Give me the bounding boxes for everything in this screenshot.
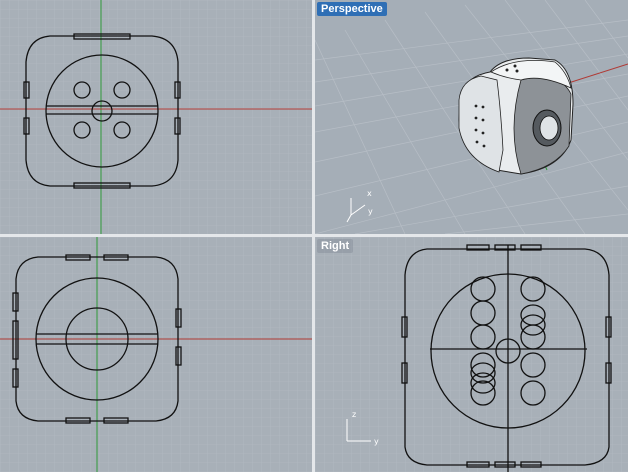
axis-label-x: x xyxy=(367,189,372,198)
viewport-label-perspective[interactable]: Perspective xyxy=(317,2,387,16)
viewport-right[interactable]: z y Right xyxy=(315,237,628,472)
viewport-front[interactable] xyxy=(0,237,312,472)
viewport-perspective[interactable]: x y Perspective xyxy=(315,0,628,234)
front-view-canvas[interactable] xyxy=(0,237,312,472)
right-view-canvas[interactable]: z y xyxy=(315,237,628,472)
viewport-top[interactable] xyxy=(0,0,312,234)
rhino-viewport-layout: x y Perspective z y Right xyxy=(0,0,628,472)
top-view-canvas[interactable] xyxy=(0,0,312,234)
viewport-splitter-horizontal[interactable] xyxy=(0,234,628,237)
grid xyxy=(315,237,628,472)
axis-label-z: z xyxy=(352,410,356,419)
axis-label-y: y xyxy=(374,437,379,446)
axis-label-y: y xyxy=(368,207,373,216)
perspective-view-canvas[interactable]: x y xyxy=(315,0,628,234)
viewport-label-right[interactable]: Right xyxy=(317,239,354,253)
